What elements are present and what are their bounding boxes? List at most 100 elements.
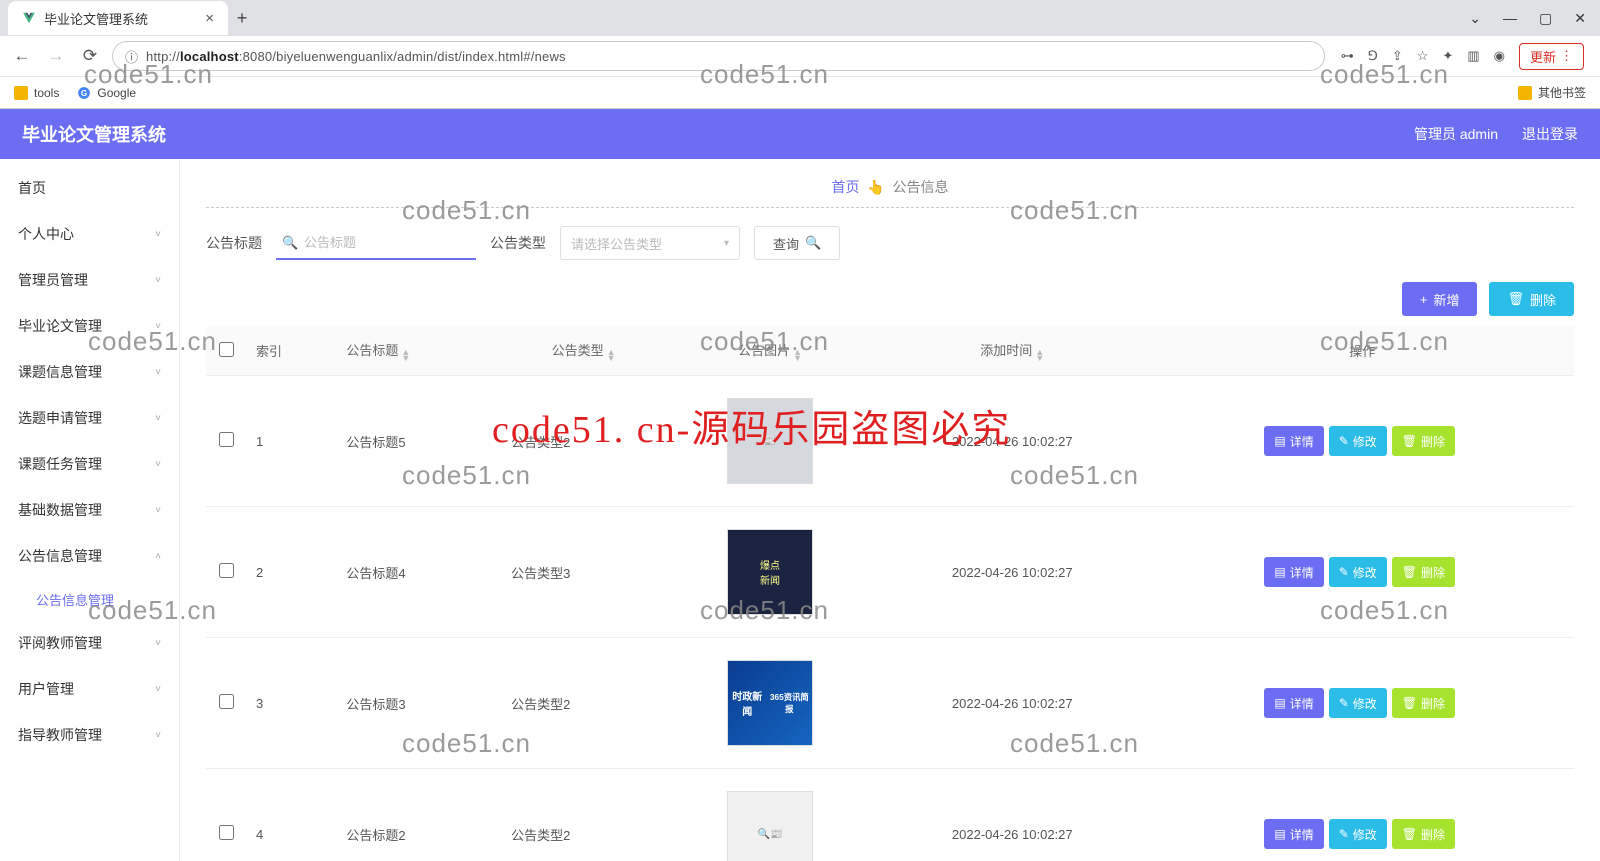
logout-link[interactable]: 退出登录 (1522, 124, 1578, 144)
filter-title-input[interactable] (276, 226, 476, 260)
search-icon: 🔍 (805, 235, 821, 251)
sidebar-item[interactable]: 课题信息管理˅ (0, 349, 179, 395)
filter-type-select[interactable]: 请选择公告类型 ▾ (560, 226, 740, 260)
filter-type-label: 公告类型 (490, 233, 546, 253)
detail-button[interactable]: ▤ 详情 (1264, 426, 1323, 456)
edit-button[interactable]: ✎ 修改 (1329, 557, 1387, 587)
search-icon: 🔍 (282, 235, 298, 251)
sidebar-item[interactable]: 毕业论文管理 ˅ (0, 303, 179, 349)
sidebar-item[interactable]: 首页 (0, 165, 179, 211)
doc-icon: ▤ (1274, 696, 1285, 710)
sidebar-item[interactable]: 个人中心˅ (0, 211, 179, 257)
sort-icon: ▲▼ (401, 349, 410, 361)
table-row: 2公告标题4公告类型3爆点新闻2022-04-26 10:02:27▤ 详情✎ … (206, 507, 1574, 638)
current-user[interactable]: 管理员 admin (1414, 124, 1498, 144)
table-row: 4公告标题2公告类型2🔍📰2022-04-26 10:02:27▤ 详情✎ 修改… (206, 769, 1574, 861)
row-checkbox[interactable] (219, 432, 234, 447)
edit-button[interactable]: ✎ 修改 (1329, 426, 1387, 456)
col-type[interactable]: 公告类型▲▼ (501, 326, 666, 376)
row-checkbox[interactable] (219, 694, 234, 709)
vue-icon (22, 11, 36, 25)
sidebar-item[interactable]: 课题任务管理˅ (0, 441, 179, 487)
tab-title: 毕业论文管理系统 (44, 9, 148, 28)
bookmark-other[interactable]: 其他书签 (1518, 84, 1586, 101)
profile-icon[interactable]: ◉ (1494, 48, 1505, 64)
sidebar-subitem[interactable]: 公告信息管理 (0, 579, 179, 620)
bookmark-tools[interactable]: tools (14, 86, 59, 100)
sidebar-item-label: 用户管理 (18, 679, 74, 699)
folder-icon (14, 86, 28, 100)
close-tab-icon[interactable]: × (205, 10, 214, 27)
col-time[interactable]: 添加时间▲▼ (874, 326, 1150, 376)
update-button[interactable]: 更新 ⋮ (1519, 43, 1584, 70)
table-header-row: 索引 公告标题▲▼ 公告类型▲▼ 公告图片▲▼ 添加时间▲▼ 操作 (206, 326, 1574, 376)
breadcrumb-home[interactable]: 首页 (832, 179, 860, 195)
chevron-down-icon: ˅ (155, 275, 161, 286)
add-button[interactable]: + 新增 (1402, 282, 1478, 316)
trash-icon: 🗑 (1402, 696, 1417, 710)
data-table: 索引 公告标题▲▼ 公告类型▲▼ 公告图片▲▼ 添加时间▲▼ 操作 1公告标题5… (206, 326, 1574, 861)
row-delete-button[interactable]: 🗑 删除 (1392, 688, 1455, 718)
edit-button[interactable]: ✎ 修改 (1329, 688, 1387, 718)
detail-button[interactable]: ▤ 详情 (1264, 557, 1323, 587)
sidebar-item[interactable]: 基础数据管理˅ (0, 487, 179, 533)
sidebar-item[interactable]: 用户管理 ˅ (0, 666, 179, 712)
bookmark-google[interactable]: GGoogle (77, 86, 136, 100)
detail-button[interactable]: ▤ 详情 (1264, 819, 1323, 849)
delete-button[interactable]: 🗑 删除 (1489, 282, 1574, 316)
sidebar-item[interactable]: 指导教师管理˅ (0, 712, 179, 758)
sidebar-item[interactable]: 管理员管理˅ (0, 257, 179, 303)
edit-button[interactable]: ✎ 修改 (1329, 819, 1387, 849)
sidebar-item-label: 毕业论文管理 (18, 316, 102, 336)
back-button[interactable]: ← (10, 46, 34, 66)
row-checkbox[interactable] (219, 563, 234, 578)
filter-title-label: 公告标题 (206, 233, 262, 253)
share-icon[interactable]: ⇪ (1392, 48, 1403, 64)
sort-icon: ▲▼ (607, 349, 616, 361)
col-ops: 操作 (1150, 326, 1574, 376)
row-delete-button[interactable]: 🗑 删除 (1392, 426, 1455, 456)
row-checkbox[interactable] (219, 825, 234, 840)
forward-button[interactable]: → (44, 46, 68, 66)
minimize-icon[interactable]: — (1503, 10, 1517, 26)
new-tab-button[interactable]: + (228, 8, 256, 29)
address-bar[interactable]: ⓘ http://localhost:8080/biyeluenwenguanl… (112, 41, 1325, 71)
close-window-icon[interactable]: ✕ (1574, 10, 1586, 27)
browser-tab[interactable]: 毕业论文管理系统 × (8, 1, 228, 35)
col-index[interactable]: 索引 (246, 326, 336, 376)
site-info-icon[interactable]: ⓘ (125, 47, 138, 66)
trash-icon: 🗑 (1402, 434, 1417, 448)
row-delete-button[interactable]: 🗑 删除 (1392, 557, 1455, 587)
trash-icon: 🗑 (1402, 827, 1417, 841)
side-panel-icon[interactable]: ▥ (1467, 48, 1479, 64)
chevron-down-icon[interactable]: ⌄ (1469, 10, 1481, 27)
select-all-checkbox[interactable] (219, 342, 234, 357)
star-icon[interactable]: ☆ (1417, 48, 1429, 64)
key-icon[interactable]: ⊶ (1341, 48, 1354, 64)
cell-type: 公告类型2 (501, 638, 666, 769)
translate-icon[interactable]: ⅁ (1368, 48, 1378, 64)
col-image[interactable]: 公告图片▲▼ (666, 326, 874, 376)
reload-button[interactable]: ⟳ (78, 46, 102, 66)
sidebar-item-label: 基础数据管理 (18, 500, 102, 520)
window-controls: ⌄ — ▢ ✕ (1469, 10, 1600, 27)
sidebar-item[interactable]: 选题申请管理˅ (0, 395, 179, 441)
sidebar-item-label: 评阅教师管理 (18, 633, 102, 653)
col-title[interactable]: 公告标题▲▼ (336, 326, 501, 376)
folder-icon (1518, 86, 1532, 100)
sidebar-item[interactable]: 评阅教师管理˅ (0, 620, 179, 666)
maximize-icon[interactable]: ▢ (1539, 10, 1552, 27)
sidebar-item[interactable]: 公告信息管理˄ (0, 533, 179, 579)
cell-type: 公告类型3 (501, 507, 666, 638)
cell-time: 2022-04-26 10:02:27 (874, 376, 1150, 507)
chevron-down-icon: ˅ (155, 684, 161, 695)
sidebar-item-label: 指导教师管理 (18, 725, 102, 745)
detail-button[interactable]: ▤ 详情 (1264, 688, 1323, 718)
doc-icon: ▤ (1274, 565, 1285, 579)
chevron-down-icon: ˅ (155, 321, 161, 332)
row-delete-button[interactable]: 🗑 删除 (1392, 819, 1455, 849)
extensions-icon[interactable]: ✦ (1442, 48, 1453, 64)
sort-icon: ▲▼ (1035, 349, 1044, 361)
search-button[interactable]: 查询 🔍 (754, 226, 840, 260)
cell-index: 1 (246, 376, 336, 507)
